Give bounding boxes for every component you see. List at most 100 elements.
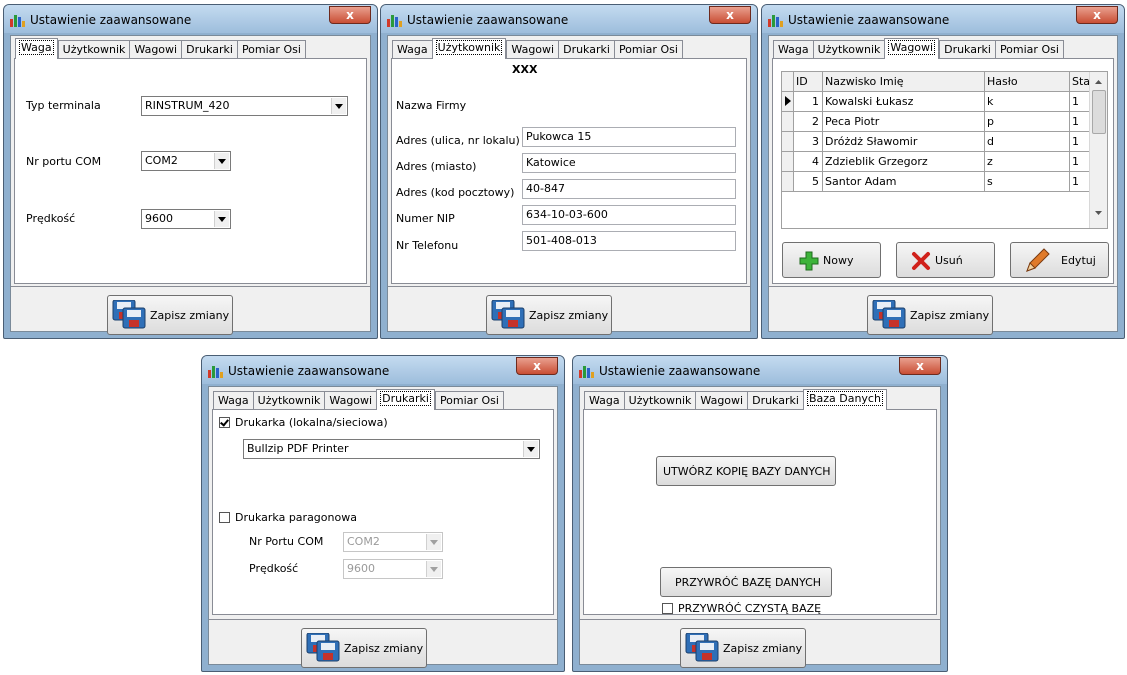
tab-baza-danych[interactable]: Baza Danych bbox=[802, 389, 887, 410]
backup-database-button[interactable]: UTWÓRZ KOPIĘ BAZY DANYCH bbox=[656, 456, 836, 486]
cell-id[interactable]: 2 bbox=[794, 112, 823, 132]
row-selector[interactable] bbox=[782, 172, 794, 192]
cell-password[interactable]: s bbox=[985, 172, 1070, 192]
grid-scrollbar[interactable] bbox=[1089, 72, 1107, 228]
speed-value: 9600 bbox=[145, 212, 173, 225]
row-selector[interactable] bbox=[782, 152, 794, 172]
close-button[interactable]: x bbox=[329, 6, 371, 24]
window-uzytkownik: Ustawienie zaawansowane x Waga Użytkowni… bbox=[380, 4, 758, 339]
cell-password[interactable]: k bbox=[985, 92, 1070, 112]
cell-id[interactable]: 4 bbox=[794, 152, 823, 172]
delete-x-icon bbox=[912, 252, 930, 270]
cell-name[interactable]: Kowalski Łukasz bbox=[823, 92, 985, 112]
printer-checkbox[interactable] bbox=[219, 417, 230, 428]
terminal-type-label: Typ terminala bbox=[26, 99, 101, 112]
cell-id[interactable]: 1 bbox=[794, 92, 823, 112]
cell-password[interactable]: p bbox=[985, 112, 1070, 132]
new-operator-button[interactable]: Nowy bbox=[782, 242, 881, 278]
close-button[interactable]: x bbox=[516, 357, 558, 375]
operators-grid[interactable]: ID Nazwisko Imię Hasło Stan 1 Kowalski Ł… bbox=[781, 71, 1108, 229]
title-bar[interactable]: Ustawienie zaawansowane x bbox=[381, 5, 757, 33]
save-button[interactable]: Zapisz zmiany bbox=[867, 295, 993, 335]
phone-field[interactable]: 501-408-013 bbox=[522, 231, 736, 251]
tab-wagowi[interactable]: Wagowi bbox=[506, 40, 559, 58]
tab-waga[interactable]: Waga bbox=[213, 391, 253, 409]
save-button[interactable]: Zapisz zmiany bbox=[301, 628, 427, 668]
tab-waga[interactable]: Waga bbox=[392, 40, 432, 58]
tab-drukarki[interactable]: Drukarki bbox=[558, 40, 614, 58]
street-field[interactable]: Pukowca 15 bbox=[522, 127, 736, 147]
tab-pomiar-osi[interactable]: Pomiar Osi bbox=[994, 40, 1064, 58]
tab-drukarki[interactable]: Drukarki bbox=[747, 391, 803, 409]
cell-password[interactable]: z bbox=[985, 152, 1070, 172]
receipt-printer-checkbox[interactable] bbox=[219, 512, 230, 523]
tab-uzytkownik[interactable]: Użytkownik bbox=[252, 391, 325, 409]
com-port-select[interactable]: COM2 bbox=[141, 151, 231, 171]
cell-name[interactable]: Zdzieblik Grzegorz bbox=[823, 152, 985, 172]
tab-drukarki[interactable]: Drukarki bbox=[376, 389, 435, 410]
tab-strip: Waga Użytkownik Wagowi Drukarki Pomiar O… bbox=[392, 38, 683, 59]
tab-wagowi[interactable]: Wagowi bbox=[695, 391, 748, 409]
close-icon: x bbox=[1093, 8, 1101, 22]
cell-id[interactable]: 3 bbox=[794, 132, 823, 152]
zip-field[interactable]: 40-847 bbox=[522, 179, 736, 199]
button-bar: Zapisz zmiany bbox=[580, 619, 940, 668]
title-bar[interactable]: Ustawienie zaawansowane x bbox=[573, 356, 947, 384]
window-waga: Ustawienie zaawansowane x Waga Użytkowni… bbox=[3, 4, 378, 339]
cell-name[interactable]: Dróżdż Sławomir bbox=[823, 132, 985, 152]
tab-drukarki[interactable]: Drukarki bbox=[939, 40, 995, 58]
terminal-type-select[interactable]: RINSTRUM_420 bbox=[141, 96, 348, 116]
app-icon bbox=[768, 15, 783, 27]
save-button[interactable]: Zapisz zmiany bbox=[107, 295, 233, 335]
printer-select[interactable]: Bullzip PDF Printer bbox=[243, 439, 540, 459]
receipt-com-select[interactable]: COM2 bbox=[343, 532, 443, 552]
tab-drukarki[interactable]: Drukarki bbox=[181, 40, 237, 58]
restore-database-button[interactable]: PRZYWRÓĆ BAZĘ DANYCH bbox=[660, 567, 832, 597]
col-header-password[interactable]: Hasło bbox=[985, 72, 1070, 92]
delete-operator-button[interactable]: Usuń bbox=[896, 242, 995, 278]
close-button[interactable]: x bbox=[1076, 6, 1118, 24]
tab-uzytkownik[interactable]: Użytkownik bbox=[812, 40, 885, 58]
edit-operator-button[interactable]: Edytuj bbox=[1010, 242, 1109, 278]
scroll-thumb[interactable] bbox=[1092, 90, 1106, 134]
title-bar[interactable]: Ustawienie zaawansowane x bbox=[4, 5, 377, 33]
cell-id[interactable]: 5 bbox=[794, 172, 823, 192]
receipt-speed-label: Prędkość bbox=[249, 562, 299, 575]
tab-waga[interactable]: Waga bbox=[584, 391, 624, 409]
tab-uzytkownik[interactable]: Użytkownik bbox=[57, 40, 130, 58]
receipt-speed-select[interactable]: 9600 bbox=[343, 559, 443, 579]
tab-pomiar-osi[interactable]: Pomiar Osi bbox=[236, 40, 306, 58]
close-button[interactable]: x bbox=[899, 357, 941, 375]
tab-waga[interactable]: Waga bbox=[773, 40, 813, 58]
tab-uzytkownik[interactable]: Użytkownik bbox=[623, 391, 696, 409]
col-header-name[interactable]: Nazwisko Imię bbox=[823, 72, 985, 92]
scroll-down-icon[interactable] bbox=[1091, 206, 1106, 220]
speed-select[interactable]: 9600 bbox=[141, 209, 231, 229]
nip-field[interactable]: 634-10-03-600 bbox=[522, 205, 736, 225]
tab-wagowi[interactable]: Wagowi bbox=[129, 40, 182, 58]
cell-password[interactable]: d bbox=[985, 132, 1070, 152]
tab-pomiar-osi[interactable]: Pomiar Osi bbox=[434, 391, 504, 409]
title-bar[interactable]: Ustawienie zaawansowane x bbox=[762, 5, 1124, 33]
row-selector[interactable] bbox=[782, 132, 794, 152]
tab-pomiar-osi[interactable]: Pomiar Osi bbox=[613, 40, 683, 58]
row-selector[interactable] bbox=[782, 112, 794, 132]
clean-database-checkbox[interactable] bbox=[662, 603, 673, 614]
tab-waga[interactable]: Waga bbox=[15, 38, 58, 59]
scroll-up-icon[interactable] bbox=[1091, 75, 1106, 89]
close-button[interactable]: x bbox=[709, 6, 751, 24]
tab-uzytkownik[interactable]: Użytkownik bbox=[431, 38, 507, 59]
backup-database-label: UTWÓRZ KOPIĘ BAZY DANYCH bbox=[663, 465, 831, 478]
title-bar[interactable]: Ustawienie zaawansowane x bbox=[202, 356, 564, 384]
tab-strip: Waga Użytkownik Wagowi Drukarki Pomiar O… bbox=[213, 389, 504, 410]
col-header-id[interactable]: ID bbox=[794, 72, 823, 92]
row-selector[interactable] bbox=[782, 92, 794, 112]
city-field[interactable]: Katowice bbox=[522, 153, 736, 173]
tab-wagowi[interactable]: Wagowi bbox=[884, 38, 940, 59]
save-button[interactable]: Zapisz zmiany bbox=[680, 628, 806, 668]
save-button-label: Zapisz zmiany bbox=[910, 309, 990, 322]
cell-name[interactable]: Peca Piotr bbox=[823, 112, 985, 132]
cell-name[interactable]: Santor Adam bbox=[823, 172, 985, 192]
tab-wagowi[interactable]: Wagowi bbox=[324, 391, 377, 409]
save-button[interactable]: Zapisz zmiany bbox=[486, 295, 612, 335]
